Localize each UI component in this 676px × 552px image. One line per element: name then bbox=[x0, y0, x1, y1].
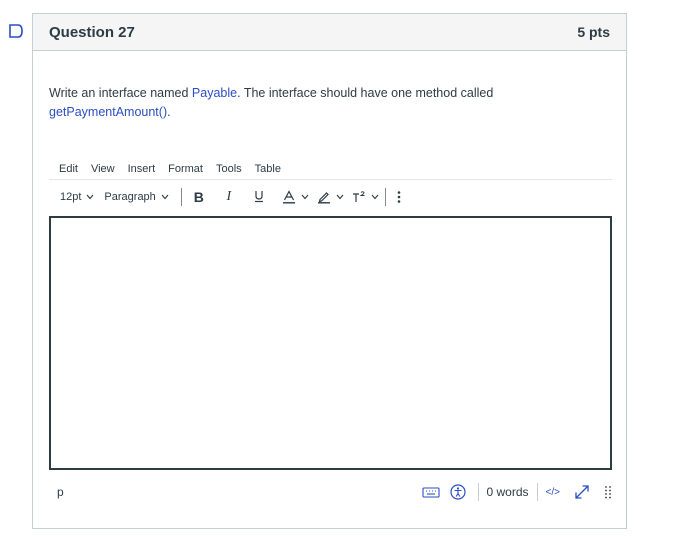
fullscreen-icon[interactable] bbox=[574, 484, 590, 500]
font-size-value: 12pt bbox=[60, 191, 82, 203]
editor-content[interactable] bbox=[51, 218, 610, 234]
chevron-down-icon bbox=[371, 194, 379, 200]
menu-tools[interactable]: Tools bbox=[216, 163, 242, 175]
menu-edit[interactable]: Edit bbox=[59, 163, 78, 175]
toolbar-divider bbox=[180, 188, 182, 206]
rich-text-editor[interactable] bbox=[49, 216, 612, 470]
more-icon[interactable] bbox=[396, 190, 402, 204]
block-format-select[interactable]: Paragraph bbox=[104, 191, 169, 203]
chevron-down-icon bbox=[87, 194, 94, 200]
flag-icon[interactable] bbox=[8, 23, 24, 39]
menu-table[interactable]: Table bbox=[255, 163, 281, 175]
code-method: getPaymentAmount() bbox=[49, 105, 168, 119]
question-points: 5 pts bbox=[577, 24, 610, 40]
status-controls: 0 words </> bbox=[421, 483, 613, 501]
highlight-color-button[interactable] bbox=[317, 190, 344, 204]
italic-icon[interactable]: I bbox=[222, 189, 236, 205]
font-size-select[interactable]: 12pt bbox=[60, 191, 94, 203]
element-path[interactable]: p bbox=[57, 485, 422, 499]
text-color-icon bbox=[282, 190, 295, 204]
status-divider bbox=[477, 483, 479, 501]
question-title: Question 27 bbox=[49, 23, 135, 41]
question-text-part: Write an interface named bbox=[49, 86, 192, 100]
resize-handle-icon[interactable] bbox=[604, 485, 612, 499]
toolbar-divider bbox=[384, 188, 386, 206]
underline-icon[interactable] bbox=[252, 189, 266, 206]
chevron-down-icon bbox=[161, 194, 169, 200]
editor-toolbar: 12pt Paragraph B I bbox=[49, 184, 612, 210]
code-payable: Payable bbox=[191, 86, 238, 100]
question-header: Question 27 5 pts bbox=[33, 14, 626, 51]
question-text-part: . bbox=[167, 105, 171, 119]
question-card: Question 27 5 pts Write an interface nam… bbox=[32, 13, 627, 529]
editor-statusbar: p 0 words </> bbox=[49, 480, 612, 504]
highlight-icon bbox=[317, 192, 330, 204]
block-format-value: Paragraph bbox=[104, 191, 156, 203]
chevron-down-icon bbox=[301, 194, 309, 200]
menu-format[interactable]: Format bbox=[168, 163, 203, 175]
word-count[interactable]: 0 words bbox=[487, 485, 529, 499]
text-color-button[interactable] bbox=[282, 190, 309, 204]
accessibility-icon[interactable] bbox=[449, 484, 466, 500]
superscript-button[interactable] bbox=[352, 190, 379, 204]
bold-icon[interactable]: B bbox=[192, 189, 206, 205]
menu-view[interactable]: View bbox=[91, 163, 115, 175]
editor-menubar: Edit View Insert Format Tools Table bbox=[49, 158, 612, 180]
chevron-down-icon bbox=[336, 194, 344, 200]
menu-insert[interactable]: Insert bbox=[128, 163, 156, 175]
keyboard-icon[interactable] bbox=[421, 485, 440, 499]
status-divider bbox=[536, 483, 538, 501]
question-text-part: . The interface should have one method c… bbox=[237, 86, 494, 100]
superscript-icon bbox=[352, 191, 365, 202]
html-editor-toggle[interactable]: </> bbox=[546, 487, 560, 498]
question-text: Write an interface named Payable. The in… bbox=[49, 84, 519, 122]
